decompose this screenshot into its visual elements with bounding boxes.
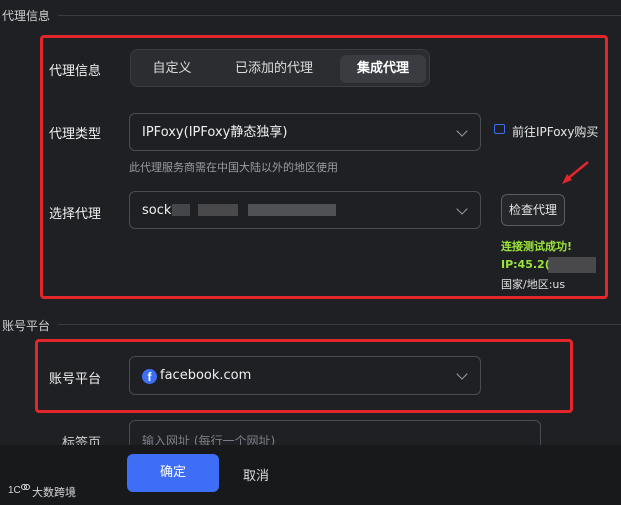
proxy-type-label: 代理类型 bbox=[49, 127, 102, 142]
section-divider bbox=[58, 324, 621, 325]
confirm-button[interactable]: 确定 bbox=[127, 454, 219, 492]
connection-success-text: 连接测试成功! bbox=[501, 240, 573, 253]
external-link-icon bbox=[494, 124, 505, 134]
proxy-info-label: 代理信息 bbox=[49, 64, 102, 79]
facebook-icon: f bbox=[142, 369, 157, 384]
redacted-text bbox=[198, 204, 238, 216]
redacted-text bbox=[172, 204, 190, 216]
tab-added-proxies[interactable]: 已添加的代理 bbox=[219, 55, 329, 83]
cancel-button[interactable]: 取消 bbox=[243, 465, 269, 484]
proxy-type-select[interactable]: IPFoxy(IPFoxy静态独享) bbox=[129, 113, 481, 151]
redacted-text bbox=[248, 204, 336, 216]
buy-ipfoxy-link[interactable]: 前往IPFoxy购买 bbox=[512, 123, 598, 140]
check-proxy-button[interactable]: 检查代理 bbox=[501, 194, 565, 226]
account-platform-value: facebook.com bbox=[160, 368, 252, 383]
account-platform-select[interactable]: f facebook.com bbox=[129, 356, 481, 395]
tab-custom[interactable]: 自定义 bbox=[137, 55, 207, 83]
select-proxy-label: 选择代理 bbox=[49, 207, 102, 222]
svg-text:1C: 1C bbox=[8, 485, 21, 496]
account-section-title: 账号平台 bbox=[2, 319, 51, 333]
chevron-down-icon bbox=[456, 203, 468, 215]
chevron-down-icon bbox=[456, 125, 468, 137]
watermark-text: 大数跨境 bbox=[32, 486, 76, 499]
account-platform-label: 账号平台 bbox=[49, 372, 102, 387]
section-divider bbox=[58, 15, 621, 16]
proxy-mode-tabs: 自定义 已添加的代理 集成代理 bbox=[130, 49, 430, 87]
dialog-footer bbox=[0, 445, 621, 505]
connection-region-text: 国家/地区:us bbox=[501, 278, 566, 291]
connection-ip-text: IP:45.2( bbox=[501, 258, 550, 271]
proxy-section-title: 代理信息 bbox=[2, 9, 51, 23]
chevron-down-icon bbox=[456, 368, 468, 380]
redacted-text bbox=[548, 257, 596, 273]
proxy-type-hint: 此代理服务商需在中国大陆以外的地区使用 bbox=[129, 161, 338, 174]
proxy-select-value: sock bbox=[142, 203, 172, 218]
watermark-logo-icon: 1C bbox=[8, 484, 30, 496]
arrow-annotation-icon bbox=[562, 161, 589, 184]
proxy-type-value: IPFoxy(IPFoxy静态独享) bbox=[142, 125, 288, 140]
tab-integrated-proxy[interactable]: 集成代理 bbox=[340, 55, 426, 83]
